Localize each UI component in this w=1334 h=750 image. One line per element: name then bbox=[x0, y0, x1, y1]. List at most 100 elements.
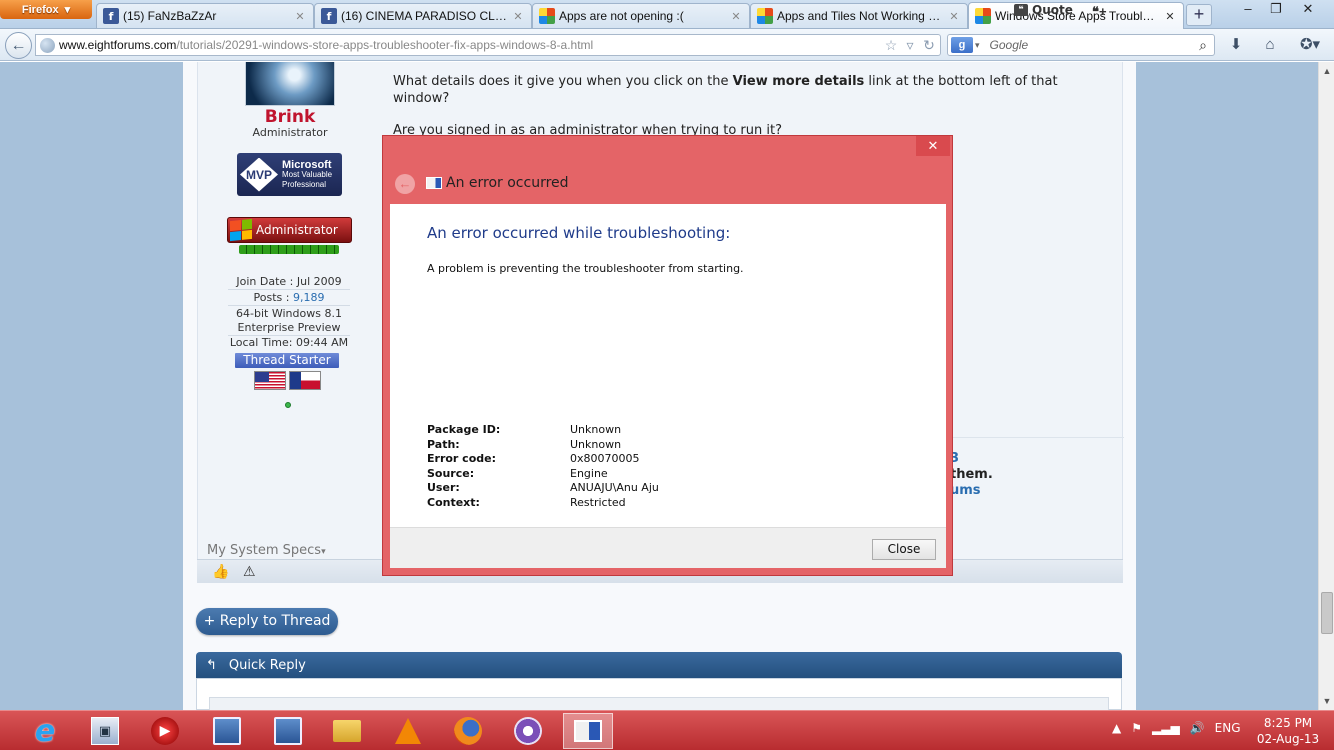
vertical-scrollbar[interactable]: ▲ ▼ bbox=[1318, 62, 1334, 710]
tab-cinema-paradiso[interactable]: f (16) CINEMA PARADISO CLUB ✕ bbox=[314, 3, 532, 28]
scroll-thumb[interactable] bbox=[1321, 592, 1333, 634]
facebook-icon: f bbox=[321, 8, 337, 24]
close-button[interactable]: Close bbox=[872, 539, 936, 560]
clock-time: 8:25 PM bbox=[1263, 716, 1313, 730]
taskbar-file-explorer[interactable] bbox=[322, 713, 372, 749]
bookmark-star-icon[interactable]: ☆ bbox=[883, 37, 899, 54]
dialog-footer: Close bbox=[390, 527, 946, 568]
eightforums-icon bbox=[539, 8, 555, 24]
signature-fragment-2: them. bbox=[950, 467, 993, 482]
chevron-down-icon: ▾ bbox=[321, 547, 326, 557]
back-button[interactable]: ← bbox=[5, 32, 32, 59]
bookmarks-menu-icon[interactable]: ✪▾ bbox=[1295, 35, 1325, 55]
report-warning-icon[interactable]: ⚠ bbox=[243, 563, 256, 580]
chevron-down-icon[interactable]: ▾ bbox=[975, 40, 980, 51]
system-clock[interactable]: 8:25 PM 02-Aug-13 bbox=[1248, 715, 1328, 747]
taskbar-troubleshooter[interactable] bbox=[563, 713, 613, 749]
taskbar-computer[interactable]: ▣ bbox=[80, 713, 130, 749]
taskbar-window-2[interactable] bbox=[263, 713, 313, 749]
dropdown-arrow-icon: ▾ bbox=[64, 4, 71, 16]
detail-row: Context: Restricted bbox=[427, 495, 626, 509]
tab-fanzbazzar[interactable]: f (15) FaNzBaZzAr ✕ bbox=[96, 3, 314, 28]
history-dropdown-icon[interactable]: ▿ bbox=[902, 37, 918, 54]
restore-icon[interactable]: ❐ bbox=[1262, 0, 1290, 20]
search-input[interactable]: Google bbox=[990, 38, 1195, 52]
tab-close-icon[interactable]: ✕ bbox=[511, 10, 525, 23]
error-message: A problem is preventing the troubleshoot… bbox=[427, 262, 744, 275]
tab-close-icon[interactable]: ✕ bbox=[293, 10, 307, 23]
new-tab-button[interactable]: + bbox=[1186, 4, 1212, 26]
navigation-bar: ← www.eightforums.com/tutorials/20291-wi… bbox=[0, 29, 1334, 61]
tab-close-icon[interactable]: ✕ bbox=[729, 10, 743, 23]
scroll-down-icon[interactable]: ▼ bbox=[1319, 696, 1334, 706]
tab-apps-and-tiles[interactable]: Apps and Tiles Not Working or ... ✕ bbox=[750, 3, 968, 28]
close-window-icon[interactable]: ✕ bbox=[1294, 0, 1322, 20]
post-author-name[interactable]: Brink bbox=[230, 107, 350, 127]
taskbar: e ▣ ▶ ▲ ⚑ ▂▃▅ 🔊 ENG 8:25 PM 02-Aug-13 bbox=[0, 710, 1334, 750]
address-bar[interactable]: www.eightforums.com/tutorials/20291-wind… bbox=[35, 34, 941, 56]
signature-fragment-3[interactable]: ums bbox=[950, 483, 981, 498]
input-language[interactable]: ENG bbox=[1215, 721, 1241, 735]
tab-bar: Firefox ▾ f (15) FaNzBaZzAr ✕ f (16) CINE… bbox=[0, 0, 1334, 29]
eightforums-icon bbox=[975, 8, 991, 24]
join-date: Join Date : Jul 2009 bbox=[228, 275, 350, 290]
taskbar-vlc[interactable] bbox=[383, 713, 433, 749]
os-line-2: Enterprise Preview bbox=[228, 321, 350, 336]
tab-close-icon[interactable]: ✕ bbox=[947, 10, 961, 23]
site-identity-icon[interactable] bbox=[40, 37, 55, 53]
us-flag-icon bbox=[254, 371, 286, 390]
minimize-icon[interactable]: – bbox=[1234, 0, 1262, 20]
scroll-up-icon[interactable]: ▲ bbox=[1319, 66, 1334, 76]
tab-close-icon[interactable]: ✕ bbox=[1163, 10, 1177, 23]
detail-row: Path: Unknown bbox=[427, 437, 622, 451]
detail-row: User: ANUAJU\Anu Aju bbox=[427, 481, 659, 495]
taskbar-media-app[interactable]: ▶ bbox=[140, 713, 190, 749]
reload-icon[interactable]: ↻ bbox=[921, 37, 937, 54]
facebook-icon: f bbox=[103, 8, 119, 24]
vlc-cone-icon bbox=[395, 718, 421, 744]
taskbar-firefox[interactable] bbox=[443, 713, 493, 749]
search-engine-icon[interactable]: g bbox=[951, 37, 973, 53]
os-line-1: 64-bit Windows 8.1 bbox=[236, 307, 342, 320]
action-center-icon[interactable]: ⚑ bbox=[1131, 721, 1142, 735]
mvp-logo-icon: MVP bbox=[240, 157, 278, 192]
search-icon[interactable]: ⌕ bbox=[1195, 37, 1211, 54]
quick-reply-header[interactable]: ↰ Quick Reply bbox=[196, 652, 1122, 678]
post-question-1: What details does it give you when you c… bbox=[393, 74, 1058, 106]
search-bar[interactable]: g ▾ Google ⌕ bbox=[947, 34, 1215, 56]
reply-to-thread-button[interactable]: + Reply to Thread bbox=[196, 608, 338, 635]
reputation-bar bbox=[239, 245, 339, 254]
volume-icon[interactable]: 🔊 bbox=[1190, 721, 1205, 735]
quote-button[interactable]: ❝ Quote bbox=[1014, 3, 1073, 17]
taskbar-torrent[interactable] bbox=[503, 713, 553, 749]
reply-arrow-icon: ↰ bbox=[206, 657, 217, 673]
multi-quote-icon[interactable]: ❝+ bbox=[1092, 4, 1107, 20]
home-icon[interactable]: ⌂ bbox=[1259, 35, 1281, 55]
troubleshooter-icon bbox=[426, 177, 442, 189]
firefox-menu-button[interactable]: Firefox ▾ bbox=[0, 0, 92, 19]
thread-starter-badge: Thread Starter bbox=[235, 353, 339, 368]
network-signal-icon[interactable]: ▂▃▅ bbox=[1152, 721, 1180, 735]
system-specs-toggle[interactable]: My System Specs▾ bbox=[207, 543, 326, 558]
url-text[interactable]: www.eightforums.com/tutorials/20291-wind… bbox=[59, 38, 883, 52]
avatar[interactable] bbox=[245, 62, 335, 106]
torrent-client-icon bbox=[514, 717, 542, 745]
windows-logo-icon bbox=[230, 218, 252, 242]
quick-reply-editor[interactable] bbox=[196, 678, 1122, 711]
taskbar-internet-explorer[interactable]: e bbox=[20, 713, 70, 749]
error-dialog: ✕ ← An error occurred An error occurred … bbox=[382, 135, 953, 576]
window-icon bbox=[274, 717, 302, 745]
tab-windows-store-apps[interactable]: Windows Store Apps Troublesh... ✕ bbox=[968, 2, 1184, 29]
editor-toolbar bbox=[209, 697, 1109, 711]
download-icon[interactable]: ⬇ bbox=[1225, 35, 1247, 55]
back-arrow-icon[interactable]: ← bbox=[395, 174, 415, 194]
tab-apps-not-opening[interactable]: Apps are not opening :( ✕ bbox=[532, 3, 750, 28]
error-heading: An error occurred while troubleshooting: bbox=[427, 224, 731, 242]
detail-row: Package ID: Unknown bbox=[427, 423, 622, 436]
detail-row: Error code: 0x80070005 bbox=[427, 452, 640, 466]
system-tray: ▲ ⚑ ▂▃▅ 🔊 ENG bbox=[1112, 721, 1241, 735]
thumbs-up-icon[interactable]: 👍 bbox=[212, 563, 229, 580]
dialog-close-icon[interactable]: ✕ bbox=[916, 136, 950, 156]
show-hidden-icons-icon[interactable]: ▲ bbox=[1112, 721, 1121, 735]
taskbar-window-1[interactable] bbox=[202, 713, 252, 749]
